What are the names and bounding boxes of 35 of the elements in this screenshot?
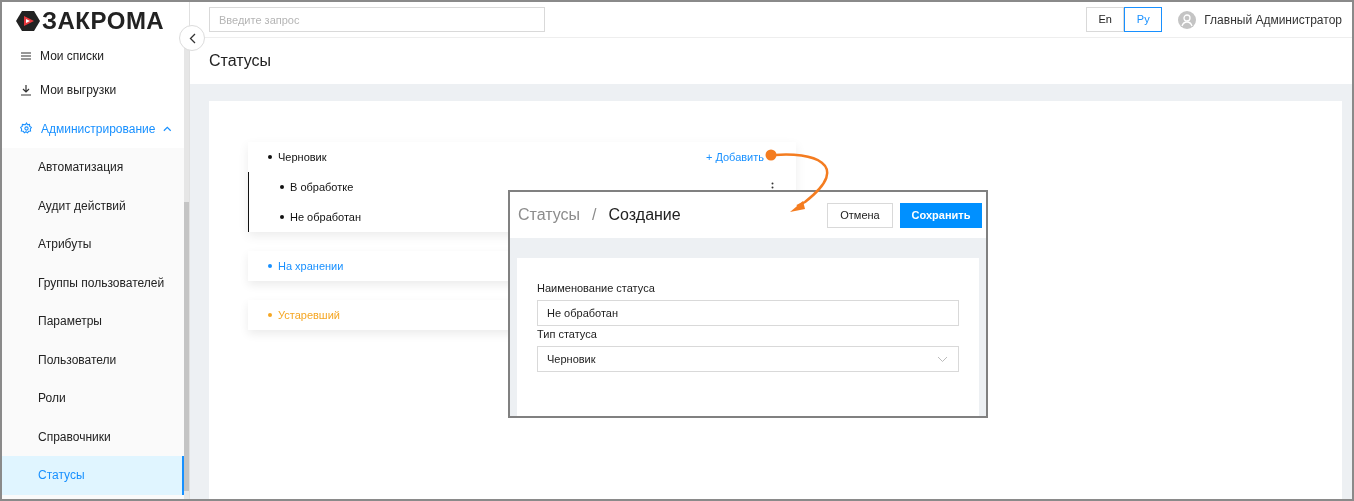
status-name[interactable]: Не обработан [290,208,362,226]
cancel-button[interactable]: Отмена [827,202,893,228]
logo-icon [16,10,40,32]
settings-icon [20,122,33,136]
logo-text: ЗАКРОМА [42,9,165,33]
sidebar-item[interactable]: Справочники [2,417,184,456]
status-name-field[interactable]: Не обработан [537,300,959,326]
sidebar-item[interactable]: Автоматизация [2,148,184,187]
field-label: Наименование статуса [537,281,656,296]
status-name[interactable]: Черновик [278,148,327,166]
breadcrumb-separator: / [592,205,597,225]
sidebar-item[interactable]: Группы пользователей [2,263,184,302]
list-icon [20,49,32,62]
page-title: Статусы [209,51,272,71]
sidebar-item[interactable]: Мои выгрузки [2,71,184,110]
chevron-left-icon [188,32,196,44]
sidebar-item[interactable]: Пользователи [2,340,184,379]
chevron-down-icon [937,356,948,362]
status-name[interactable]: В обработке [290,178,354,196]
breadcrumb-link[interactable]: Статусы [518,203,581,227]
sidebar-item[interactable]: Мои списки [2,40,184,71]
field-label: Тип статуса [537,327,598,342]
download-icon [20,84,32,97]
search-field[interactable]: Введите запрос [209,7,545,32]
sidebar-item[interactable]: Аудит действий [2,186,184,225]
sidebar-item[interactable]: Атрибуты [2,225,184,264]
user-avatar-icon [1178,10,1197,29]
language-toggle[interactable]: En [1086,7,1125,32]
callout-arrow [765,149,829,212]
dialog-title: Создание [608,205,682,225]
sidebar-item[interactable]: Параметры [2,302,184,341]
scrollbar-thumb[interactable] [184,202,189,491]
sidebar-item[interactable]: Роли [2,379,184,418]
user-name: Главный Администратор [1204,11,1342,29]
status-type-select[interactable]: Черновик [537,346,959,372]
